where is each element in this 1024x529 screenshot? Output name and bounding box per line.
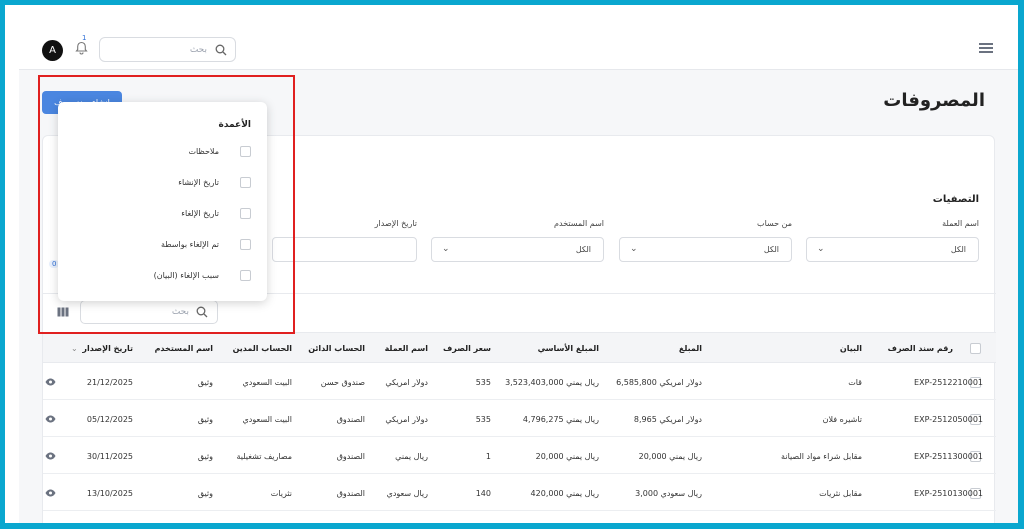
cell-currency: دولار امريكي [385,415,428,424]
table-row[interactable]: EXP-2510130001 مقابل نثريات 3,000 ريال س… [43,474,996,511]
cell-user: وثيق [197,489,213,498]
table-row[interactable]: EXP-2512050001 تاشيره فلان 8,965 دولار ا… [43,400,996,437]
cell-number: EXP-2512050001 [914,415,983,424]
header-amount[interactable]: المبلغ [679,344,702,353]
account-filter-select[interactable]: الكل ⌄ [619,237,792,262]
table-header-row: رقم سند الصرف البيان المبلغ المبلغ الأسا… [43,332,996,363]
header-debit-account[interactable]: الحساب المدين [233,344,292,353]
header-currency[interactable]: اسم العملة [385,344,428,353]
date-filter-label: تاريخ الإصدار [374,219,417,228]
eye-icon[interactable] [45,378,56,386]
cell-date: 21/12/2025 [86,378,133,387]
bell-icon[interactable] [75,41,88,55]
chevron-down-icon: ⌄ [817,244,825,254]
cell-base-amount: 420,000 ريال يمني [530,489,599,498]
cell-debit-account: نثريات [270,489,292,498]
cell-rate: 1 [485,452,491,461]
cell-user: وثيق [197,415,213,424]
cell-user: وثيق [197,378,213,387]
cell-rate: 140 [475,489,491,498]
header-statement[interactable]: البيان [840,344,862,353]
account-filter-label: من حساب [757,219,792,228]
cell-user: وثيق [197,452,213,461]
currency-filter-value: الكل [950,245,966,254]
chevron-down-icon: ⌄ [630,244,638,254]
highlight-box [38,75,295,334]
sort-chevron-icon[interactable]: ⌄ [71,344,78,353]
cell-currency: ريال سعودي [386,489,428,498]
hamburger-menu-icon[interactable] [979,43,993,53]
header-user[interactable]: اسم المستخدم [155,344,213,353]
cell-amount: 3,000 ريال سعودي [635,489,702,498]
cell-amount: 20,000 ريال يمني [638,452,702,461]
cell-debit-account: البيت السعودي [242,415,293,424]
account-filter-value: الكل [763,245,779,254]
user-filter-value: الكل [575,245,591,254]
cell-number: EXP-2512210001 [914,378,983,387]
cell-credit-account: الصندوق [336,452,365,461]
currency-filter-select[interactable]: الكل ⌄ [806,237,979,262]
cell-date: 13/10/2025 [86,489,133,498]
cell-rate: 535 [475,415,491,424]
header-base-amount[interactable]: المبلغ الأساسي [538,344,599,353]
cell-currency: ريال يمني [395,452,428,461]
table-row[interactable]: EXP-2512210001 قات 6,585,800 دولار امريك… [43,363,996,400]
cell-credit-account: الصندوق [336,415,365,424]
table-row[interactable]: EXP-2511300001 مقابل شراء مواد الصيانة 2… [43,437,996,474]
cell-date: 05/12/2025 [86,415,133,424]
avatar[interactable]: A [42,40,63,61]
eye-icon[interactable] [45,452,56,460]
user-filter-select[interactable]: الكل ⌄ [431,237,604,262]
cell-base-amount: 20,000 ريال يمني [535,452,599,461]
cell-currency: دولار امريكي [385,378,428,387]
filters-title: التصفيات [932,194,979,205]
top-bar: بحث 1 A [19,30,1018,70]
notification-count: 1 [82,34,87,42]
cell-debit-account: البيت السعودي [242,378,293,387]
cell-statement: تاشيره فلان [822,415,862,424]
user-filter-label: اسم المستخدم [554,219,604,228]
currency-filter-label: اسم العملة [942,219,979,228]
cell-amount: 6,585,800 دولار امريكي [616,378,702,387]
global-search-input[interactable]: بحث [99,37,236,62]
header-number[interactable]: رقم سند الصرف [888,344,953,353]
cell-amount: 8,965 دولار امريكي [633,415,702,424]
cell-base-amount: 4,796,275 ريال يمني [522,415,599,424]
cell-base-amount: 3,523,403,000 ريال يمني [505,378,599,387]
cell-credit-account: صندوق حسن [320,378,365,387]
page-title: المصروفات [883,90,985,111]
cell-statement: مقابل نثريات [819,489,862,498]
eye-icon[interactable] [45,489,56,497]
search-icon [215,44,227,56]
eye-icon[interactable] [45,415,56,423]
cell-number: EXP-2510130001 [914,489,983,498]
select-all-checkbox[interactable] [970,343,981,354]
cell-debit-account: مصاريف تشغيلية [236,452,292,461]
chevron-down-icon: ⌄ [442,244,450,254]
header-date[interactable]: تاريخ الإصدار [82,344,133,353]
cell-date: 30/11/2025 [86,452,133,461]
cell-statement: قات [848,378,862,387]
global-search-placeholder: بحث [189,45,207,55]
cell-statement: مقابل شراء مواد الصيانة [781,452,862,461]
header-rate[interactable]: سعر الصرف [443,344,491,353]
app-frame: بحث 1 A المصروفات إنشاء سند صرف التصفيات… [5,5,1018,523]
cell-number: EXP-2511300001 [914,452,983,461]
cell-credit-account: الصندوق [336,489,365,498]
cell-rate: 535 [475,378,491,387]
header-credit-account[interactable]: الحساب الدائن [308,344,365,353]
